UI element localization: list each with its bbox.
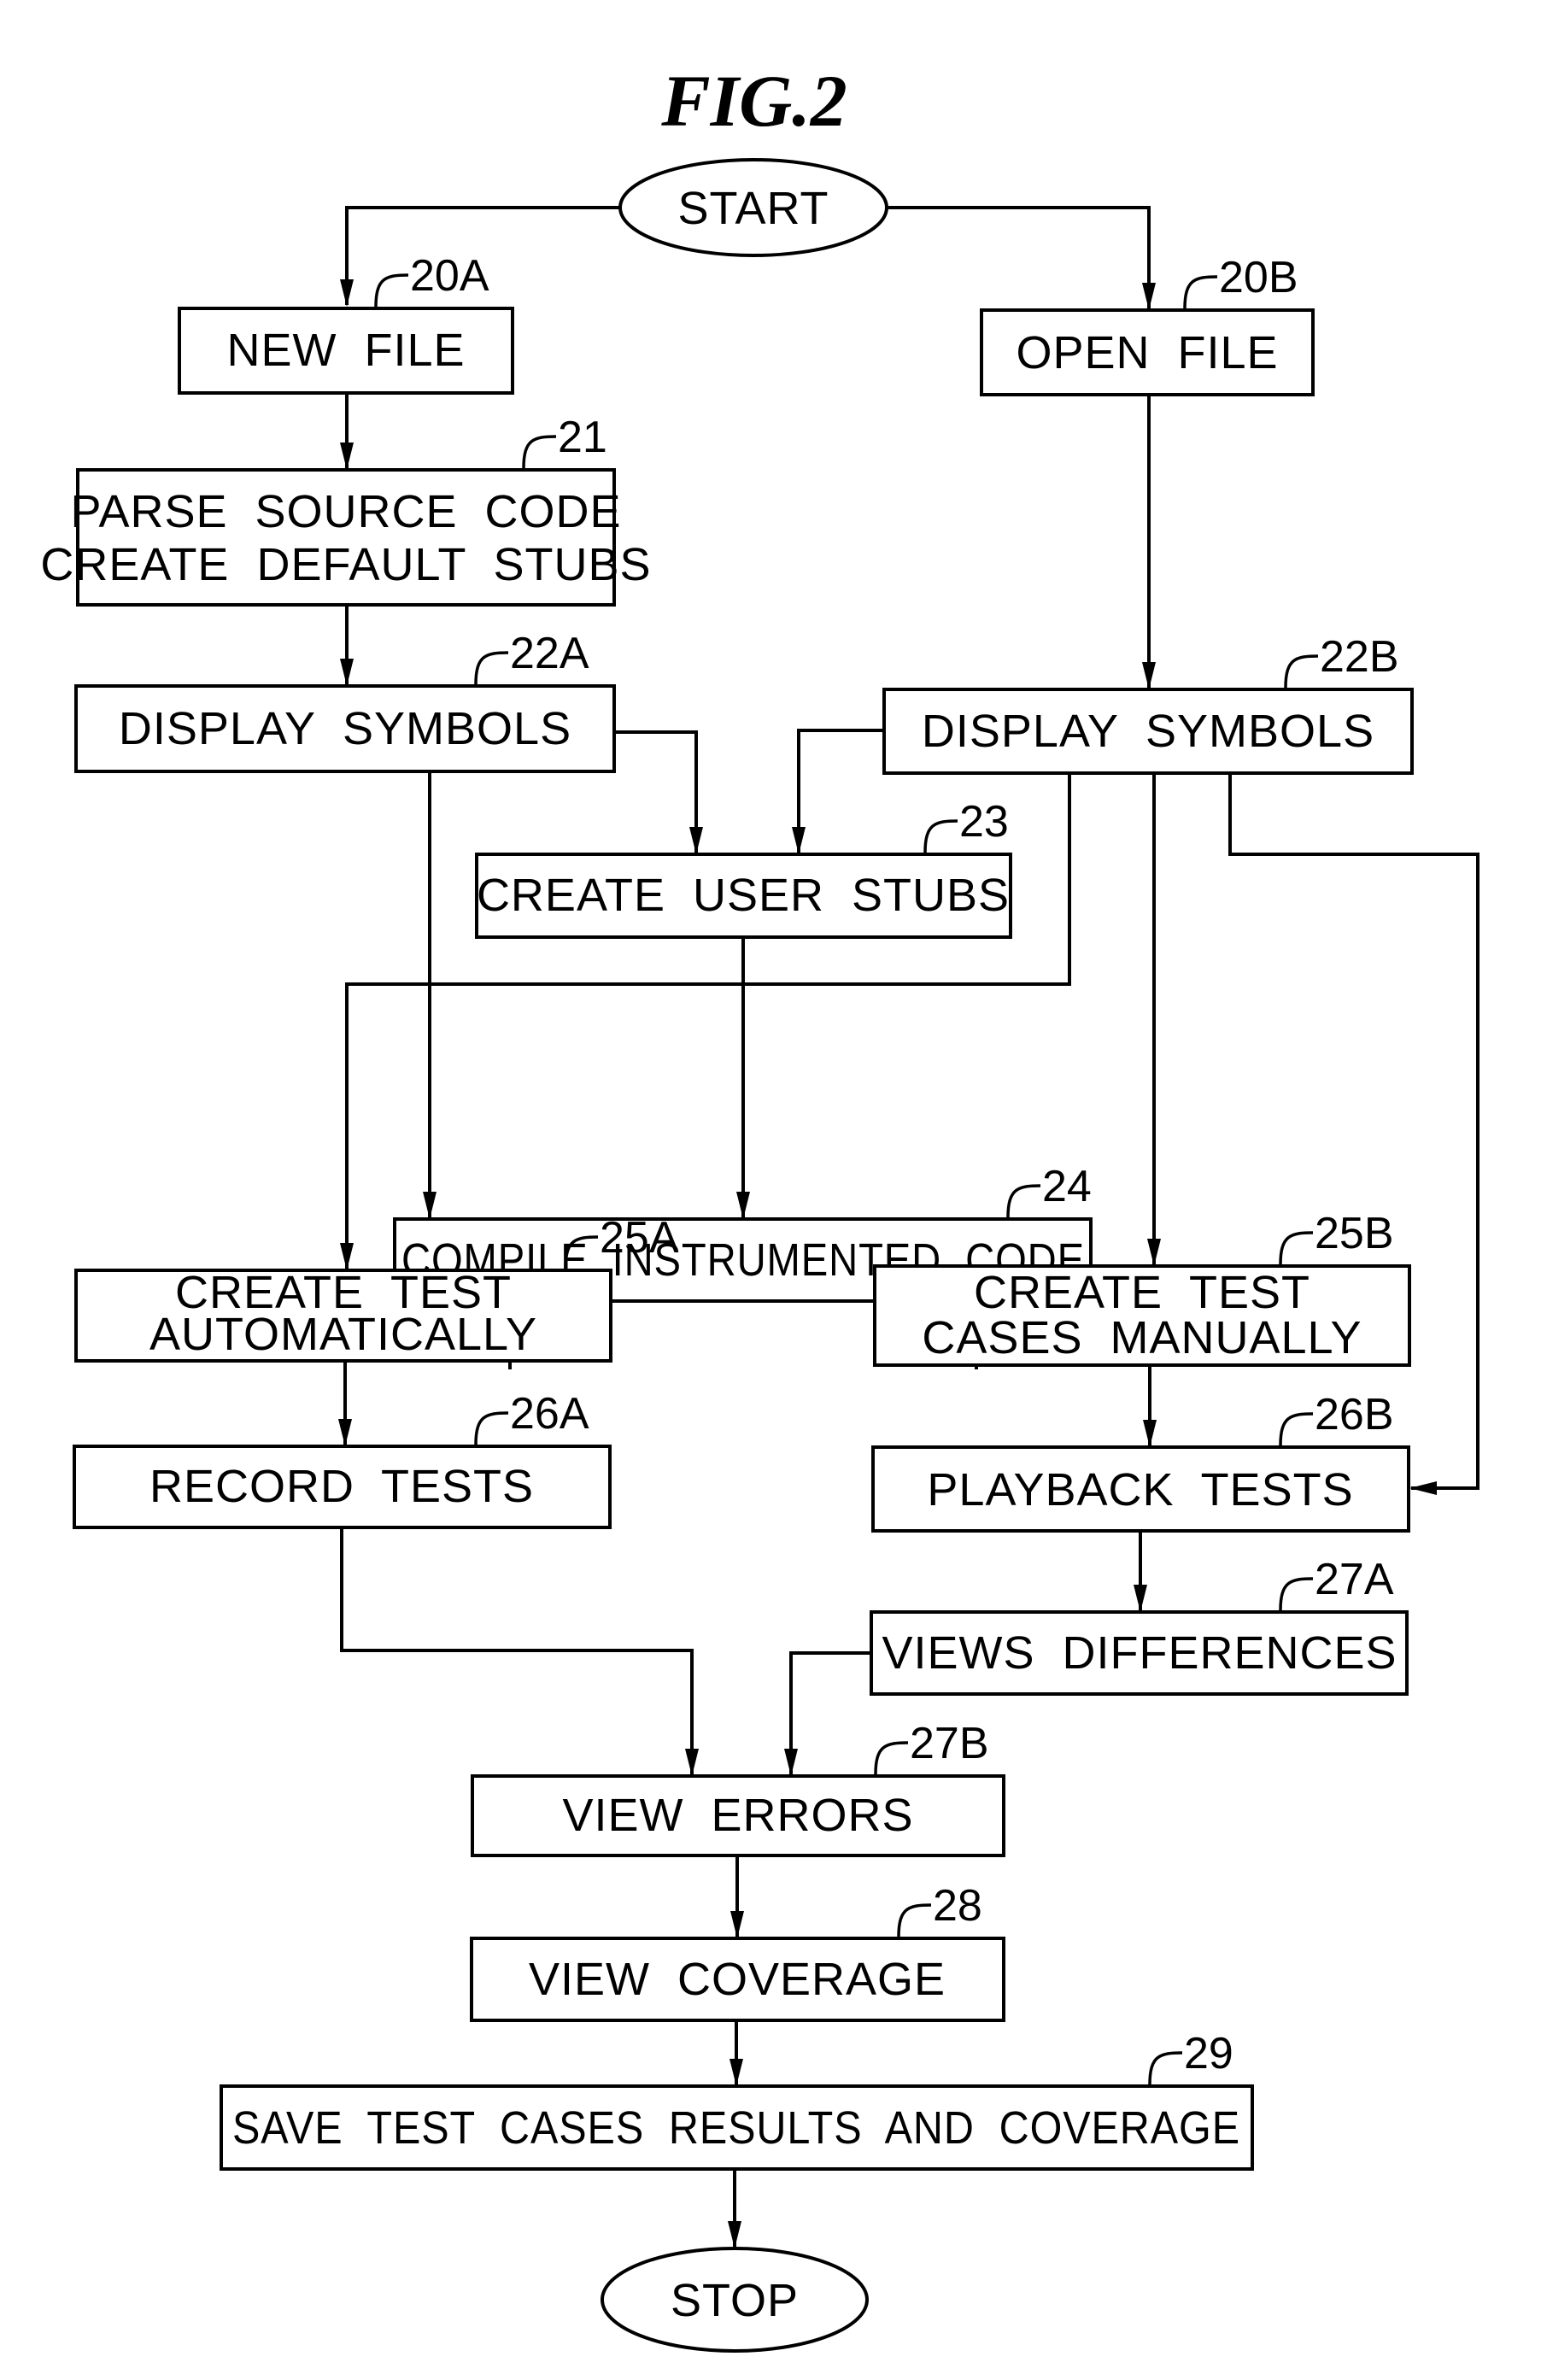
ref-number: 26A (510, 1389, 589, 1439)
arrowhead (1143, 1420, 1157, 1447)
node-label: DISPLAY SYMBOLS (119, 703, 571, 754)
arrowhead (1142, 662, 1156, 689)
stop-label: STOP (671, 2275, 799, 2326)
node-label-line2: CREATE DEFAULT STUBS (40, 539, 651, 590)
node-27b-view-errors: VIEW ERRORS 27B (471, 1719, 1005, 1857)
node-label-line1: PARSE SOURCE CODE (70, 486, 621, 537)
node-26b-playback-tests: PLAYBACK TESTS 26B (871, 1390, 1410, 1533)
ref-number: 25B (1315, 1209, 1394, 1258)
node-label: DISPLAY SYMBOLS (922, 706, 1374, 757)
edge-display-b-to-create-test-auto (345, 773, 1071, 1269)
ref-number: 22B (1320, 632, 1399, 682)
arrowhead (340, 279, 354, 307)
ref-number: 26B (1315, 1390, 1394, 1439)
ref-number: 23 (959, 797, 1009, 847)
node-label-line2: AUTOMATICALLY (149, 1309, 537, 1360)
arrowhead (792, 827, 806, 854)
node-label: VIEW COVERAGE (529, 1954, 946, 2005)
arrowhead (730, 1911, 744, 1938)
start-label: START (677, 183, 829, 234)
arrowhead (1134, 1585, 1147, 1612)
ref-number: 20A (410, 251, 489, 301)
arrowhead (729, 2059, 743, 2086)
edge-record-to-view-errors (340, 1527, 694, 1774)
arrowhead (1147, 1239, 1161, 1266)
node-label: RECORD TESTS (149, 1461, 534, 1512)
arrowhead (1409, 1481, 1437, 1495)
arrowhead (685, 1749, 699, 1776)
arrowhead (728, 2221, 741, 2248)
arrowhead (784, 1749, 798, 1776)
node-label: CREATE USER STUBS (477, 870, 1010, 921)
ref-number: 22A (510, 629, 589, 678)
ref-number: 20B (1219, 253, 1298, 302)
figure-title: FIG.2 (660, 60, 847, 142)
node-label: VIEWS DIFFERENCES (882, 1627, 1397, 1679)
edge-display-a-to-user-stubs (614, 730, 698, 853)
ref-number: 29 (1184, 2029, 1233, 2078)
ref-number: 21 (558, 413, 607, 462)
node-26a-record-tests: RECORD TESTS 26A (73, 1389, 612, 1529)
stop-terminal: STOP (601, 2247, 869, 2353)
arrowhead (689, 827, 703, 854)
arrowhead (340, 659, 354, 686)
arrowhead (340, 443, 354, 470)
arrowhead (423, 1192, 437, 1219)
arrowhead (1142, 283, 1156, 310)
node-label: SAVE TEST CASES RESULTS AND COVERAGE (232, 2102, 1240, 2154)
ref-number: 28 (933, 1881, 982, 1931)
start-terminal: START (618, 158, 888, 257)
ref-number: 25A (600, 1213, 679, 1263)
node-label: OPEN FILE (1016, 327, 1278, 378)
edge-display-b-to-user-stubs (797, 729, 884, 853)
edge-views-differences-to-view-errors (789, 1651, 871, 1774)
node-label: NEW FILE (226, 325, 465, 376)
ref-number: 27A (1315, 1555, 1394, 1604)
flowchart: FIG.2 START STOP NEW FILE 20A OPEN FILE … (40, 60, 1479, 2353)
edge-start-to-open-file (887, 206, 1151, 308)
node-23-create-user-stubs: CREATE USER STUBS 23 (475, 797, 1012, 939)
edge-display-b-to-playback (1228, 773, 1479, 1490)
node-label-line2: CASES MANUALLY (922, 1312, 1362, 1363)
ref-number: 27B (910, 1719, 989, 1768)
node-label: VIEW ERRORS (562, 1790, 913, 1841)
arrowhead (338, 1419, 352, 1446)
node-label: PLAYBACK TESTS (927, 1464, 1353, 1515)
node-label-line1: CREATE TEST (974, 1267, 1310, 1318)
ref-number: 24 (1042, 1162, 1092, 1211)
arrowhead (736, 1192, 750, 1219)
